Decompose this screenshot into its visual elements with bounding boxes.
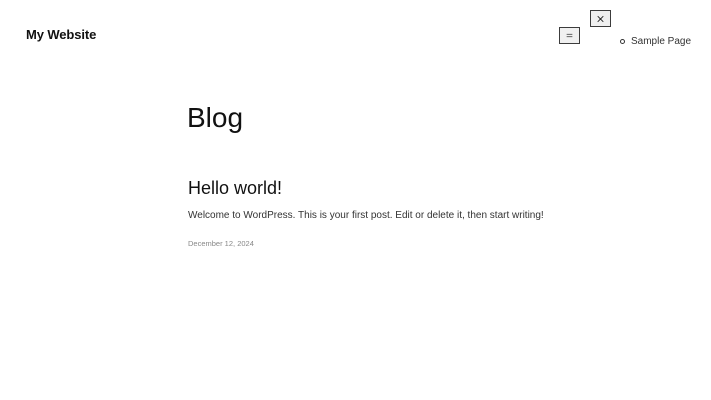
post-date[interactable]: December 12, 2024 — [188, 239, 254, 248]
post-excerpt: Welcome to WordPress. This is your first… — [188, 210, 544, 221]
close-menu-button[interactable] — [590, 10, 611, 27]
nav-item-sample-page[interactable]: Sample Page — [620, 36, 691, 47]
open-menu-button[interactable] — [559, 27, 580, 44]
navigation-menu: Sample Page — [620, 36, 691, 47]
page-title: Blog — [187, 102, 244, 133]
nav-item-label[interactable]: Sample Page — [631, 36, 691, 47]
close-icon — [597, 15, 604, 22]
hamburger-icon — [566, 33, 573, 38]
site-title[interactable]: My Website — [26, 27, 96, 42]
post-title[interactable]: Hello world! — [188, 178, 282, 199]
bullet-icon — [620, 39, 625, 44]
